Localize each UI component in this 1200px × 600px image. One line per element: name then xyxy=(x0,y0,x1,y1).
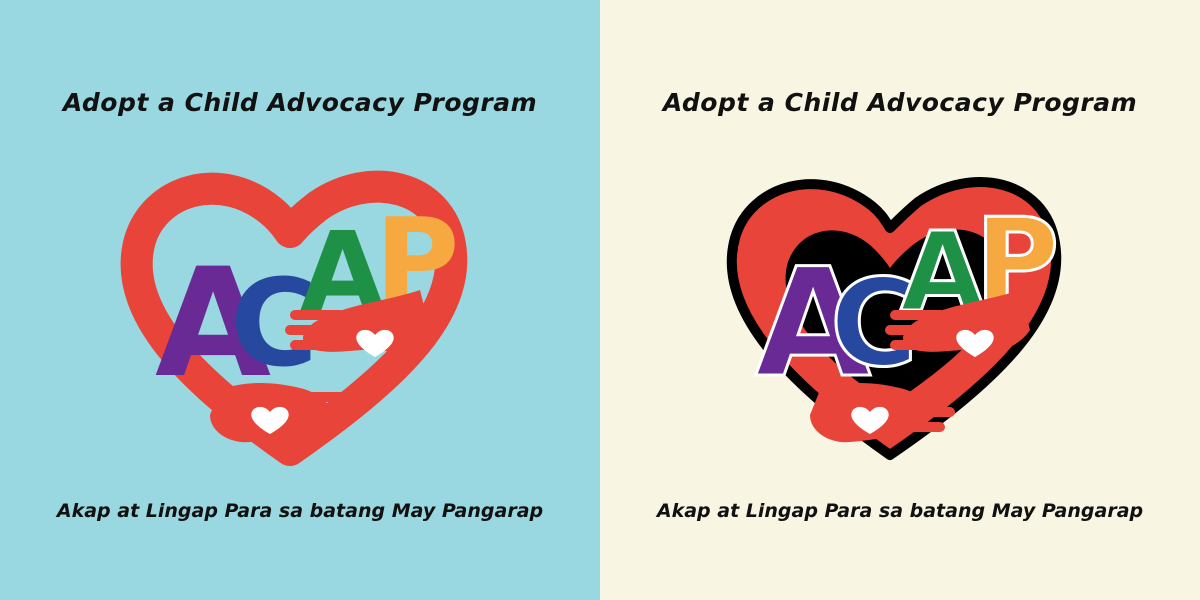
acap-logo-graphic: A C A P xyxy=(726,177,1062,460)
image-stage: Adopt a Child Advocacy Program A C A P A… xyxy=(0,0,1200,600)
panel-right: Adopt a Child Advocacy Program A C A P A… xyxy=(600,0,1200,600)
acap-logo: A C A P xyxy=(700,150,1080,470)
panel-left: Adopt a Child Advocacy Program A C A P A… xyxy=(0,0,600,600)
acap-logo-graphic: A C A P xyxy=(120,170,468,466)
program-title: Adopt a Child Advocacy Program xyxy=(662,88,1138,117)
program-title: Adopt a Child Advocacy Program xyxy=(62,88,538,117)
acap-logo: A C A P xyxy=(100,150,480,470)
program-tagline: Akap at Lingap Para sa batang May Pangar… xyxy=(56,500,544,522)
program-tagline: Akap at Lingap Para sa batang May Pangar… xyxy=(656,500,1144,522)
